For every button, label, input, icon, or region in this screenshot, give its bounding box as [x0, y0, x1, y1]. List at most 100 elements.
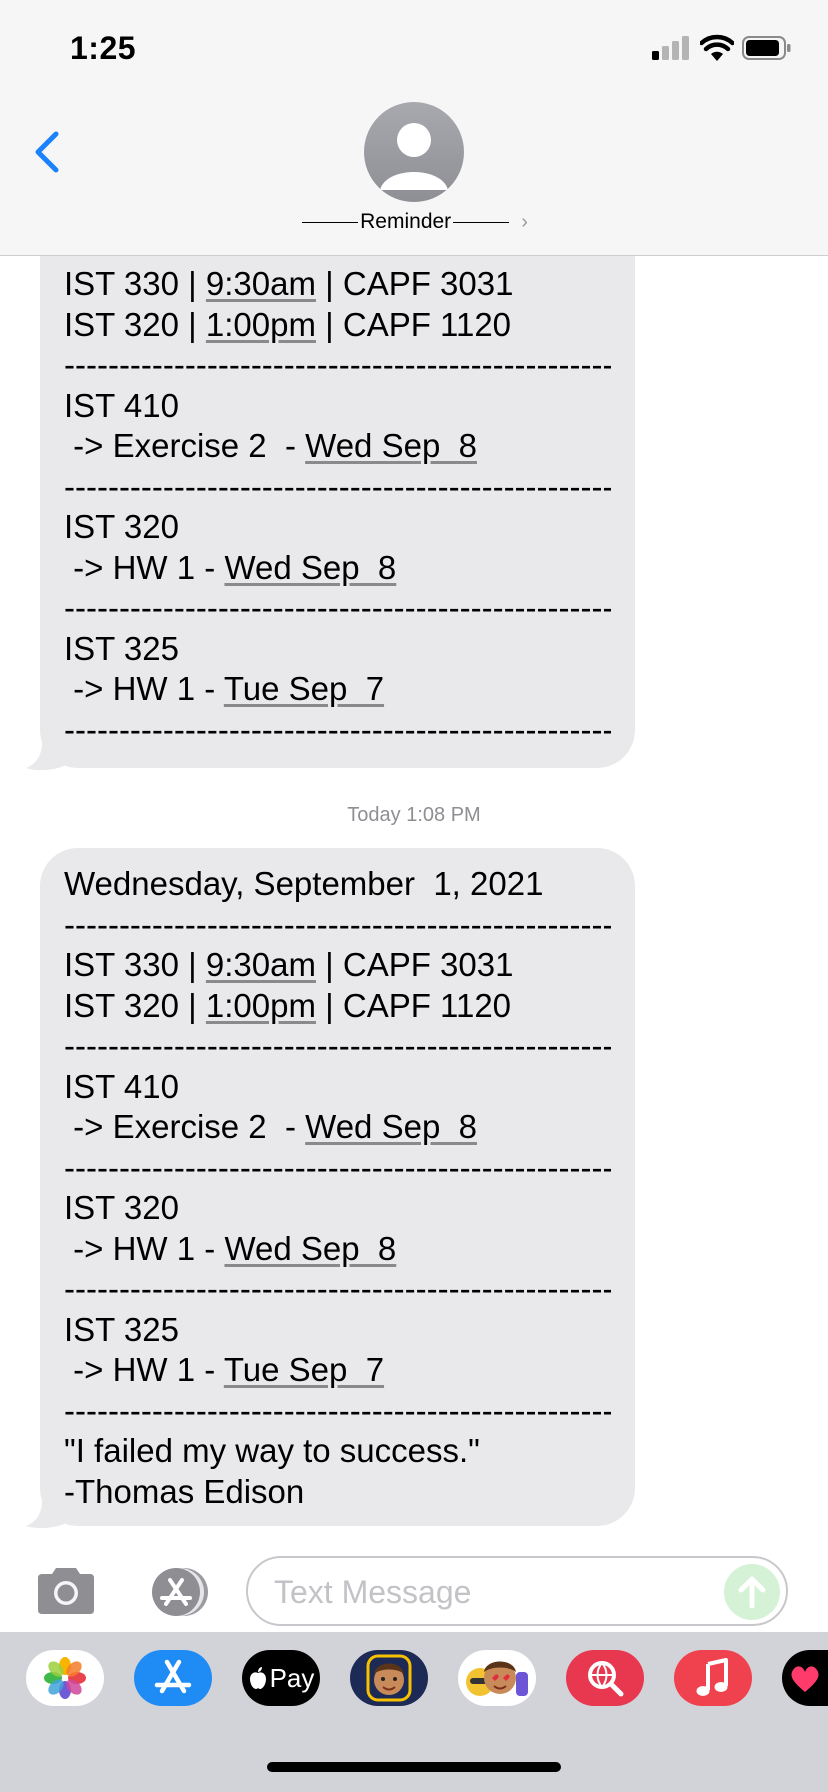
web-search-icon[interactable] — [566, 1650, 644, 1706]
message-text: IST 320 — [64, 1189, 179, 1226]
message-line: IST 320 — [64, 1188, 611, 1229]
status-time: 1:25 — [70, 30, 137, 66]
message-line: IST 330 | 9:30am | CAPF 3031 — [64, 945, 611, 986]
separator-line: ----------------------------------------… — [64, 1269, 611, 1310]
message-text: | CAPF 3031 — [315, 946, 514, 983]
person-silhouette-icon — [380, 123, 448, 190]
conversation-header: 1:25 Reminder › — [0, 0, 828, 256]
message-text: "I failed my way to success." — [64, 1432, 480, 1469]
message-text: ----------------------------------------… — [64, 710, 611, 748]
message-text: ----------------------------------------… — [64, 1148, 611, 1186]
apple-pay-label: Pay — [269, 1662, 315, 1693]
message-line: "I failed my way to success." — [64, 1431, 611, 1472]
message-text: IST 320 | — [64, 986, 206, 1024]
separator-line: ----------------------------------------… — [64, 1026, 611, 1067]
detected-date-link[interactable]: Wed Sep 8 — [224, 549, 396, 586]
send-button[interactable] — [724, 1564, 780, 1620]
battery-icon — [742, 36, 791, 60]
photos-icon[interactable] — [26, 1650, 104, 1706]
message-line: IST 320 — [64, 507, 611, 548]
message-line: IST 330 | 9:30am | CAPF 3031 — [64, 264, 611, 305]
separator-line: ----------------------------------------… — [64, 345, 611, 386]
timestamp-label: Today — [347, 804, 401, 826]
detected-date-link[interactable]: 9:30am — [206, 946, 316, 983]
separator-line: ----------------------------------------… — [64, 1148, 611, 1189]
message-text: IST 325 — [64, 629, 179, 667]
app-store-icon[interactable] — [134, 1650, 212, 1706]
separator-line: ----------------------------------------… — [64, 1391, 611, 1432]
separator-line: ----------------------------------------… — [64, 588, 611, 629]
message-input[interactable]: Text Message — [246, 1556, 788, 1626]
message-text: -> HW 1 - — [64, 670, 224, 707]
detected-date-link[interactable]: 1:00pm — [206, 987, 316, 1024]
message-text: ----------------------------------------… — [64, 346, 611, 383]
message-text: -Thomas Edison — [64, 1472, 305, 1510]
message-line: -> HW 1 - Wed Sep 8 — [64, 548, 611, 589]
message-text: ----------------------------------------… — [64, 1027, 611, 1064]
message-text: IST 330 | — [64, 946, 206, 983]
contact-avatar[interactable] — [364, 102, 464, 202]
message-bubble[interactable]: Wednesday, September 1, 2021 ------------… — [40, 848, 635, 1526]
message-text: IST 320 — [64, 508, 179, 545]
memoji-stickers-icon[interactable] — [458, 1650, 536, 1706]
detected-date-link[interactable]: Wed Sep 8 — [224, 1230, 396, 1267]
message-text: IST 320 | — [64, 305, 206, 343]
message-text: | CAPF 1120 — [315, 305, 512, 343]
message-line: -> HW 1 - Tue Sep 7 — [64, 1350, 611, 1391]
message-text: -> HW 1 - — [64, 1229, 225, 1267]
message-line: IST 325 — [64, 1310, 611, 1351]
separator-line: ----------------------------------------… — [64, 905, 611, 946]
message-text: IST 325 — [64, 1310, 179, 1348]
home-indicator[interactable] — [267, 1762, 561, 1772]
memoji-icon[interactable] — [350, 1650, 428, 1706]
message-text: IST 410 — [64, 1067, 179, 1105]
message-line: -Thomas Edison — [64, 1472, 611, 1513]
message-input-placeholder: Text Message — [274, 1574, 472, 1610]
bubble-tail — [26, 1500, 64, 1529]
message-text: Wednesday, September 1, 2021 — [64, 865, 544, 902]
detected-date-link[interactable]: Wed Sep 8 — [305, 1108, 477, 1145]
separator-line: ----------------------------------------… — [64, 710, 611, 751]
message-text: ----------------------------------------… — [64, 467, 611, 505]
bubble-tail — [26, 742, 64, 771]
music-icon[interactable] — [674, 1650, 752, 1706]
contact-name-row[interactable]: Reminder › — [0, 210, 828, 234]
message-line: IST 320 | 1:00pm | CAPF 1120 — [64, 986, 611, 1027]
message-text: -> HW 1 - — [64, 1351, 224, 1388]
detected-date-link[interactable]: 9:30am — [206, 265, 316, 302]
detected-date-link[interactable]: 1:00pm — [206, 306, 316, 343]
chevron-right-icon: › — [521, 211, 528, 233]
cellular-signal-icon — [652, 36, 689, 60]
message-text: | CAPF 1120 — [315, 986, 512, 1024]
message-text: ----------------------------------------… — [64, 1391, 611, 1429]
message-text: IST 330 | — [64, 265, 206, 302]
apple-logo-icon — [249, 1667, 266, 1689]
back-chevron-icon[interactable] — [28, 128, 64, 176]
message-line: -> HW 1 - Wed Sep 8 — [64, 1229, 611, 1270]
app-store-button-icon[interactable] — [140, 1564, 214, 1620]
message-line: -> HW 1 - Tue Sep 7 — [64, 669, 611, 710]
message-text: -> Exercise 2 - — [64, 427, 306, 464]
message-line: -> Exercise 2 - Wed Sep 8 — [64, 426, 611, 467]
wifi-icon — [700, 34, 734, 61]
heart-app-icon[interactable] — [782, 1650, 828, 1706]
message-line: IST 410 — [64, 386, 611, 427]
arrow-up-icon — [738, 1576, 766, 1609]
message-line: Wednesday, September 1, 2021 — [64, 864, 611, 905]
message-line: IST 325 — [64, 629, 611, 670]
message-line: IST 410 — [64, 1067, 611, 1108]
message-text: ----------------------------------------… — [64, 589, 611, 626]
detected-date-link[interactable]: Tue Sep 7 — [224, 1351, 384, 1388]
detected-date-link[interactable]: Tue Sep 7 — [224, 670, 384, 707]
message-bubble[interactable]: IST 330 | 9:30am | CAPF 3031 IST 320 | 1:… — [40, 240, 635, 768]
message-timestamp: Today 1:08 PM — [0, 804, 828, 827]
camera-icon[interactable] — [34, 1566, 98, 1616]
message-text: ----------------------------------------… — [64, 1270, 611, 1307]
message-text: | CAPF 3031 — [315, 265, 514, 302]
detected-date-link[interactable]: Wed Sep 8 — [305, 427, 477, 464]
message-text: -> Exercise 2 - — [64, 1108, 306, 1145]
apple-pay-icon[interactable]: Pay — [242, 1650, 320, 1706]
message-text: IST 410 — [64, 386, 179, 424]
timestamp-time: 1:08 PM — [406, 804, 481, 826]
contact-name: Reminder — [360, 210, 452, 233]
